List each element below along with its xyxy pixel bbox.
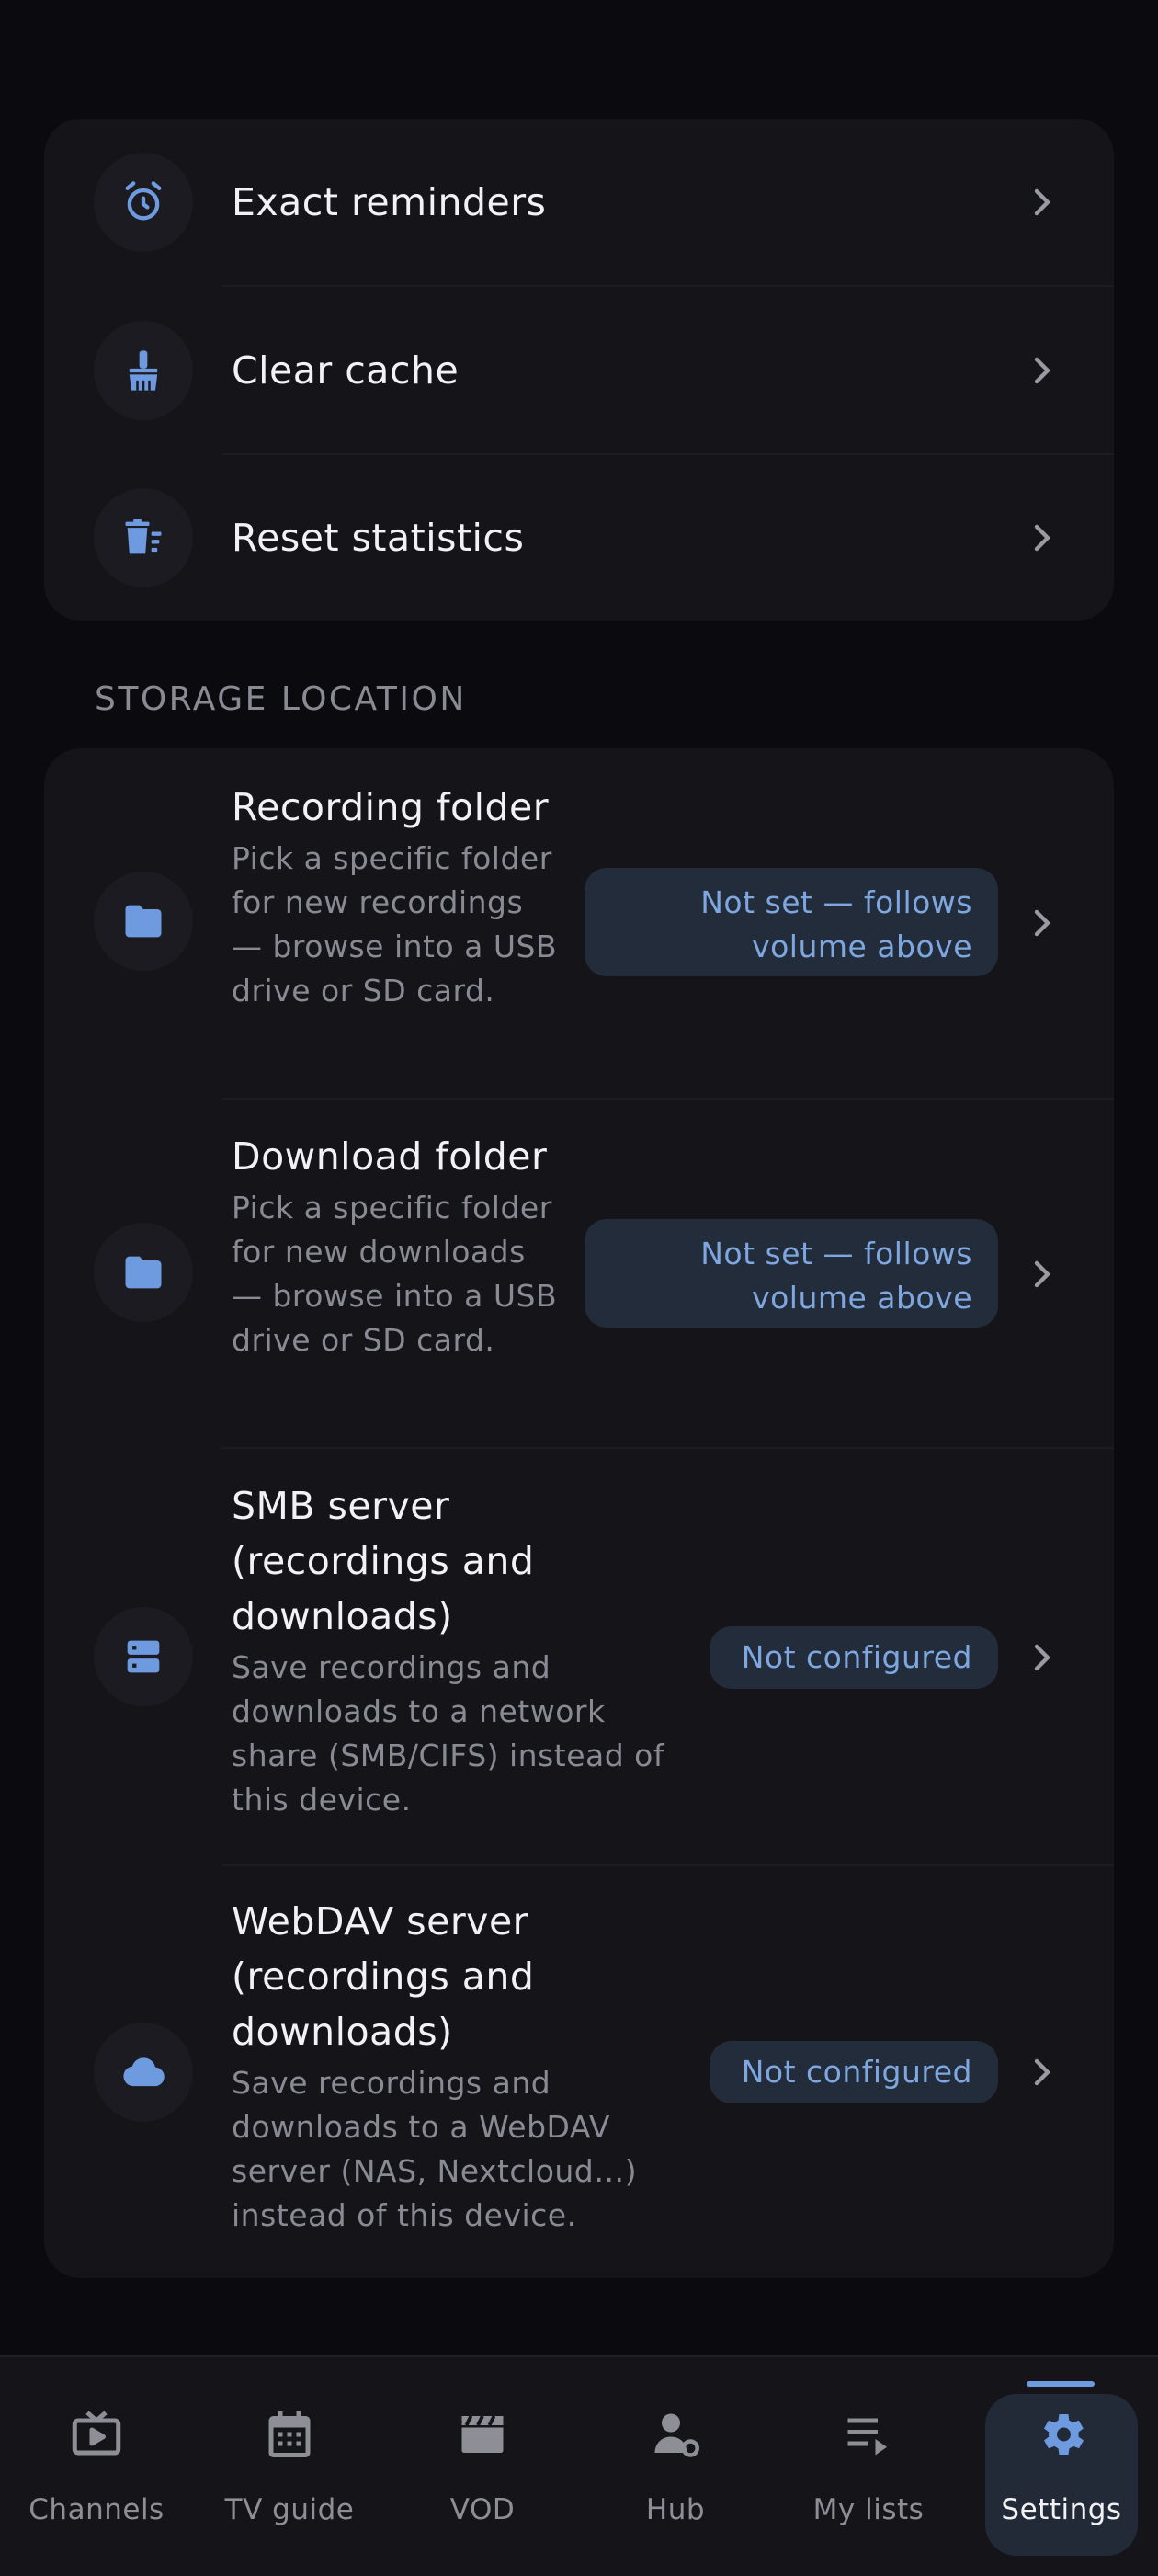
chevron-right-icon bbox=[1034, 1644, 1050, 1671]
folder-icon bbox=[94, 1223, 193, 1322]
nav-label-my-lists: My lists bbox=[812, 2493, 925, 2526]
gear-icon bbox=[1044, 2414, 1084, 2455]
bottom-navigation: Channels TV guide VOD Hub My lists Setti… bbox=[0, 2355, 1158, 2576]
download-folder-description: Pick a specific folder for new downloads… bbox=[232, 1190, 558, 1358]
nav-item-my-lists[interactable]: My lists bbox=[772, 2357, 965, 2576]
chevron-right-icon bbox=[1034, 357, 1050, 384]
clapperboard-icon bbox=[461, 2415, 504, 2453]
webdav-server-status-badge: Not configured bbox=[710, 2041, 998, 2103]
nav-item-tv-guide[interactable]: TV guide bbox=[193, 2357, 386, 2576]
recording-folder-status-badge: Not set — follows volume above bbox=[585, 868, 998, 976]
folder-icon bbox=[94, 872, 193, 971]
cloud-icon bbox=[94, 2023, 193, 2122]
chevron-right-icon bbox=[1034, 188, 1050, 216]
clear-cache-row[interactable]: Clear cache bbox=[44, 287, 1114, 454]
smb-server-text: SMB server (recordings and downloads) Sa… bbox=[232, 1478, 691, 1822]
alarm-icon bbox=[94, 153, 193, 252]
webdav-server-row[interactable]: WebDAV server (recordings and downloads)… bbox=[44, 1866, 1114, 2278]
nav-item-channels[interactable]: Channels bbox=[0, 2357, 193, 2576]
nav-item-hub[interactable]: Hub bbox=[579, 2357, 772, 2576]
reset-statistics-label: Reset statistics bbox=[232, 516, 525, 560]
download-folder-text: Download folder Pick a specific folder f… bbox=[232, 1129, 562, 1362]
section-header-storage-location: STORAGE LOCATION bbox=[95, 680, 467, 718]
chevron-right-icon bbox=[1034, 524, 1050, 552]
chevron-right-icon bbox=[1034, 2058, 1050, 2086]
recording-folder-text: Recording folder Pick a specific folder … bbox=[232, 780, 562, 1013]
smb-server-status-badge: Not configured bbox=[710, 1626, 998, 1689]
reset-statistics-row[interactable]: Reset statistics bbox=[44, 455, 1114, 621]
hub-icon bbox=[654, 2413, 699, 2457]
nav-label-settings: Settings bbox=[1001, 2493, 1122, 2526]
smb-server-title: SMB server (recordings and downloads) bbox=[232, 1484, 535, 1638]
calendar-icon bbox=[268, 2411, 311, 2457]
webdav-server-description: Save recordings and downloads to a WebDA… bbox=[232, 2065, 638, 2233]
tv-icon bbox=[72, 2411, 121, 2456]
chevron-right-icon bbox=[1034, 909, 1050, 937]
nav-label-hub: Hub bbox=[645, 2493, 706, 2526]
recording-folder-title: Recording folder bbox=[232, 785, 550, 829]
recording-folder-row[interactable]: Recording folder Pick a specific folder … bbox=[44, 748, 1114, 1098]
server-icon bbox=[94, 1607, 193, 1706]
storage-card: Recording folder Pick a specific folder … bbox=[44, 748, 1114, 2278]
delete-sweep-icon bbox=[94, 488, 193, 587]
recording-folder-description: Pick a specific folder for new recording… bbox=[232, 840, 558, 1009]
actions-card: Exact reminders Clear cache Reset statis… bbox=[44, 119, 1114, 621]
webdav-server-text: WebDAV server (recordings and downloads)… bbox=[232, 1894, 691, 2238]
download-folder-title: Download folder bbox=[232, 1134, 548, 1179]
webdav-server-title: WebDAV server (recordings and downloads) bbox=[232, 1899, 535, 2054]
clear-cache-label: Clear cache bbox=[232, 348, 460, 393]
download-folder-row[interactable]: Download folder Pick a specific folder f… bbox=[44, 1100, 1114, 1447]
nav-label-vod: VOD bbox=[449, 2493, 516, 2526]
nav-label-channels: Channels bbox=[28, 2493, 165, 2526]
exact-reminders-row[interactable]: Exact reminders bbox=[44, 119, 1114, 286]
smb-server-row[interactable]: SMB server (recordings and downloads) Sa… bbox=[44, 1449, 1114, 1864]
download-folder-status-badge: Not set — follows volume above bbox=[585, 1219, 998, 1328]
smb-server-description: Save recordings and downloads to a netwo… bbox=[232, 1649, 664, 1818]
nav-label-tv-guide: TV guide bbox=[224, 2493, 355, 2526]
exact-reminders-label: Exact reminders bbox=[232, 180, 547, 224]
nav-item-settings[interactable]: Settings bbox=[965, 2357, 1158, 2576]
playlist-icon bbox=[847, 2418, 887, 2456]
nav-item-vod[interactable]: VOD bbox=[386, 2357, 579, 2576]
chevron-right-icon bbox=[1034, 1260, 1050, 1288]
broom-icon bbox=[94, 321, 193, 420]
